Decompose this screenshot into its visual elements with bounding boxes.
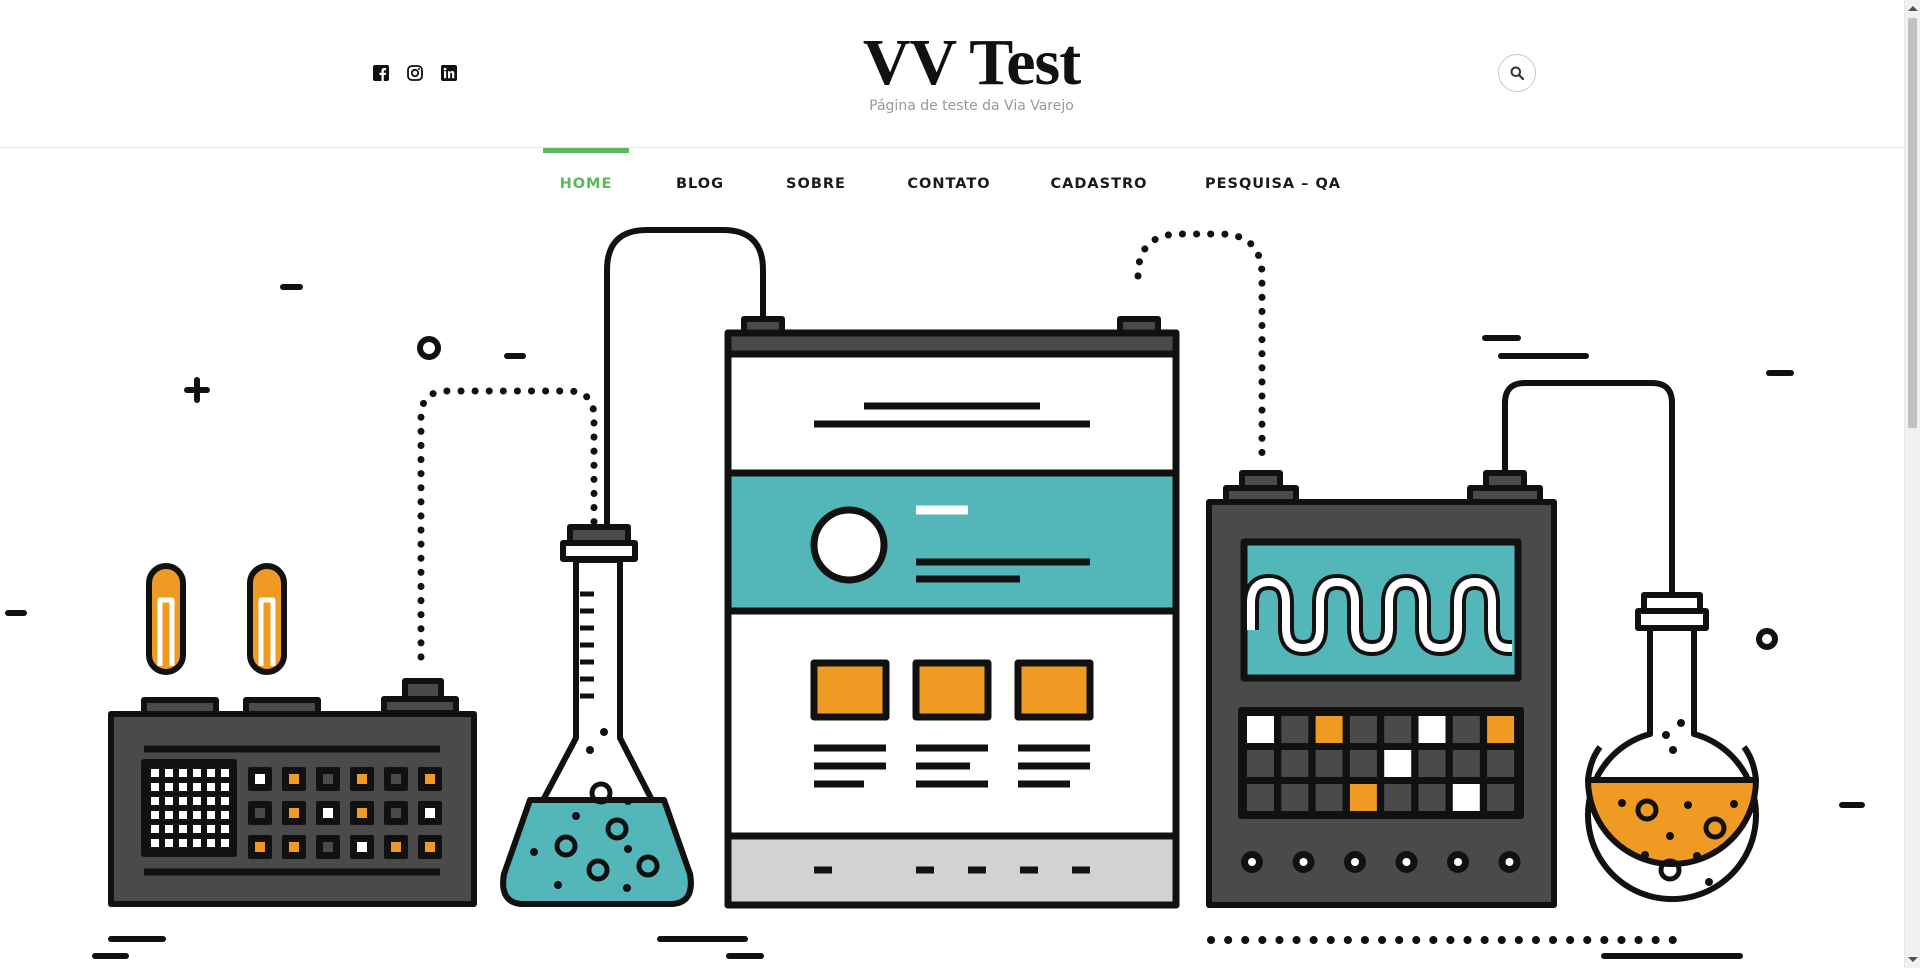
nav-item-blog[interactable]: BLOG xyxy=(659,148,741,220)
page-scrollbar[interactable] xyxy=(1904,0,1920,968)
site-description: Página de teste da Via Varejo xyxy=(869,98,1074,114)
site-title[interactable]: VV Test xyxy=(0,22,1920,104)
laboratory-equipment-illustration xyxy=(5,227,1865,959)
scrollbar-thumb[interactable] xyxy=(1908,18,1917,428)
hero-banner xyxy=(0,220,1904,968)
search-icon xyxy=(1510,66,1524,80)
scroll-up-arrow-icon[interactable] xyxy=(1908,6,1918,11)
main-navigation: HOME BLOG SOBRE CONTATO CADASTRO PESQUIS… xyxy=(0,148,1904,220)
search-button[interactable] xyxy=(1498,54,1536,92)
nav-item-contato[interactable]: CONTATO xyxy=(891,148,1007,220)
scroll-down-arrow-icon[interactable] xyxy=(1908,957,1918,962)
site-header: VV Test Página de teste da Via Varejo xyxy=(0,0,1904,147)
nav-item-cadastro[interactable]: CADASTRO xyxy=(1037,148,1161,220)
nav-item-pesquisa-qa[interactable]: PESQUISA – QA xyxy=(1191,148,1355,220)
nav-item-sobre[interactable]: SOBRE xyxy=(771,148,861,220)
nav-item-home[interactable]: HOME xyxy=(543,148,629,220)
